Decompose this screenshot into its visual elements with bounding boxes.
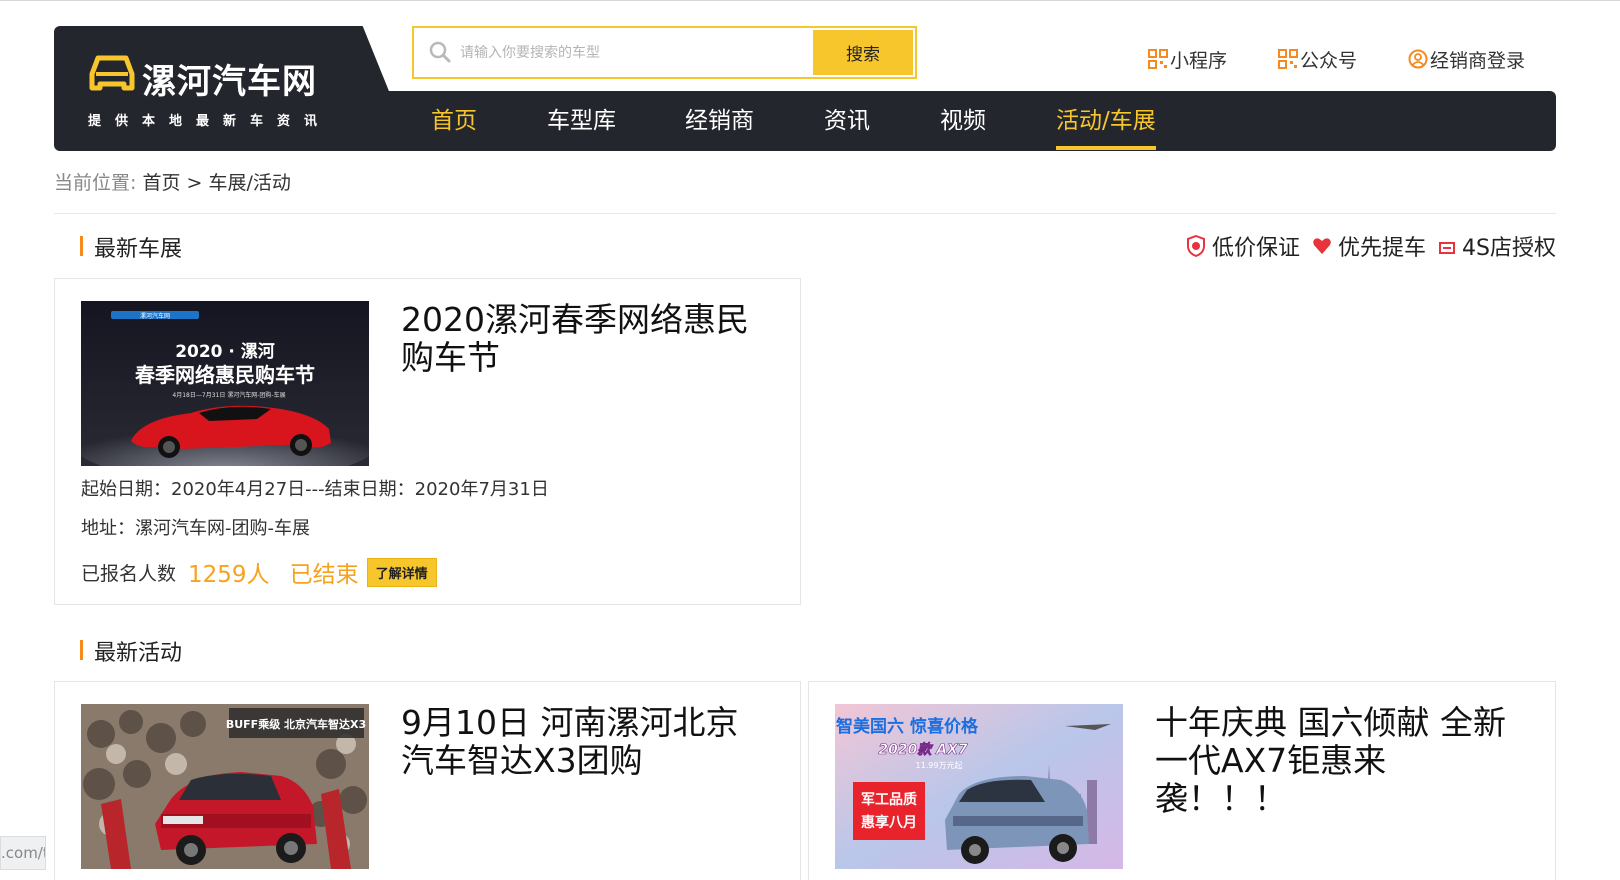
activity-image[interactable]: BUFF乘级 北京汽车智达X3 (81, 704, 369, 869)
svg-text:智美国六 惊喜价格: 智美国六 惊喜价格 (836, 716, 979, 737)
svg-text:漯河汽车网: 漯河汽车网 (140, 312, 170, 320)
car-logo-icon (89, 55, 135, 91)
breadcrumb-prefix: 当前位置: (54, 172, 137, 194)
svg-text:BUFF乘级 北京汽车智达X3: BUFF乘级 北京汽车智达X3 (226, 717, 366, 731)
status-url-tooltip: .com/t (0, 836, 46, 870)
svg-text:2020款 AX7: 2020款 AX7 (878, 741, 967, 758)
svg-text:4月18日—7月31日 漯河汽车网-团购-车展: 4月18日—7月31日 漯河汽车网-团购-车展 (172, 391, 285, 399)
dealer-login-link[interactable]: 经销商登录 (1408, 44, 1525, 74)
breadcrumb: 当前位置: 首页 > 车展/活动 (54, 168, 291, 195)
qr-code-icon (1148, 49, 1168, 69)
status-badge: 已结束 (289, 562, 359, 588)
signup-row: 已报名人数 1259人 已结束 了解详情 (81, 555, 437, 589)
dealer-login-label: 经销商登录 (1430, 49, 1526, 72)
activity-title[interactable]: 9月10日 河南漯河北京汽车智达X3团购 (401, 704, 761, 780)
section-title-auto-show: 最新车展 (80, 231, 182, 263)
search-icon (429, 41, 451, 63)
mini-program-link[interactable]: 小程序 (1148, 44, 1227, 74)
user-icon (1408, 49, 1428, 69)
official-account-link[interactable]: 公众号 (1278, 44, 1357, 74)
activity-card: BUFF乘级 北京汽车智达X3 9月10日 河南漯河北京汽车智达X3团购 (54, 681, 801, 880)
svg-text:惠享八月: 惠享八月 (861, 814, 917, 831)
nav-item-home[interactable]: 首页 (431, 91, 477, 151)
nav-item-videos[interactable]: 视频 (940, 91, 986, 151)
search-box: 搜索 (412, 26, 917, 79)
divider (54, 213, 1556, 214)
heart-icon (1313, 238, 1331, 254)
nav-item-events[interactable]: 活动/车展 (1056, 91, 1156, 151)
activity-card: 智美国六 惊喜价格 2020款 AX7 11.99万元起 军工品质 惠享八月 十… (808, 681, 1556, 880)
activity-image[interactable]: 智美国六 惊喜价格 2020款 AX7 11.99万元起 军工品质 惠享八月 (835, 704, 1123, 869)
signup-count-label: 已报名人数 (81, 562, 177, 585)
promo-banner-image: 智美国六 惊喜价格 2020款 AX7 11.99万元起 军工品质 惠享八月 (835, 704, 1123, 869)
shield-icon (1187, 235, 1205, 257)
site-logo[interactable]: 漯河汽车网 提供本地最新车资讯 (54, 26, 354, 151)
detail-button[interactable]: 了解详情 (366, 557, 437, 587)
svg-text:春季网络惠民购车节: 春季网络惠民购车节 (134, 363, 315, 387)
main-nav: 首页 车型库 经销商 资讯 视频 活动/车展 (344, 91, 1556, 151)
mini-program-label: 小程序 (1170, 49, 1228, 72)
svg-text:2020 · 漯河: 2020 · 漯河 (175, 342, 275, 362)
auto-show-title[interactable]: 2020漯河春季网络惠民购车节 (401, 301, 761, 377)
breadcrumb-current: 车展/活动 (208, 172, 291, 194)
search-input[interactable] (460, 38, 790, 68)
feature-badges: 低价保证 优先提车 4S店授权 (1174, 230, 1556, 262)
breadcrumb-separator: > (186, 172, 203, 194)
store-icon (1439, 242, 1456, 254)
nav-item-news[interactable]: 资讯 (824, 91, 870, 151)
feature-priority: 优先提车 (1312, 230, 1426, 262)
promo-banner-image: 漯河汽车网 2020 · 漯河 春季网络惠民购车节 4月18日—7月31日 漯河… (81, 301, 369, 466)
site-title: 漯河汽车网 (142, 62, 317, 102)
nav-item-dealers[interactable]: 经销商 (685, 91, 754, 151)
svg-text:军工品质: 军工品质 (861, 791, 917, 808)
auto-show-address: 地址：漯河汽车网-团购-车展 (81, 518, 310, 539)
feature-4s-auth: 4S店授权 (1438, 230, 1556, 262)
site-subtitle: 提供本地最新车资讯 (88, 114, 332, 129)
nav-item-models[interactable]: 车型库 (547, 91, 616, 151)
section-title-activities: 最新活动 (80, 635, 182, 667)
top-border (0, 0, 1620, 1)
svg-text:11.99万元起: 11.99万元起 (916, 761, 963, 770)
feature-low-price: 低价保证 (1186, 230, 1300, 262)
auto-show-dates: 起始日期：2020年4月27日---结束日期：2020年7月31日 (81, 479, 549, 500)
promo-banner-image: BUFF乘级 北京汽车智达X3 (81, 704, 369, 869)
auto-show-card: 漯河汽车网 2020 · 漯河 春季网络惠民购车节 4月18日—7月31日 漯河… (54, 278, 801, 605)
activity-title[interactable]: 十年庆典 国六倾献 全新一代AX7钜惠来袭！！！ (1155, 704, 1515, 818)
official-account-label: 公众号 (1300, 49, 1358, 72)
qr-code-icon (1278, 49, 1298, 69)
breadcrumb-home[interactable]: 首页 (142, 172, 180, 194)
auto-show-image[interactable]: 漯河汽车网 2020 · 漯河 春季网络惠民购车节 4月18日—7月31日 漯河… (81, 301, 369, 466)
signup-count: 1259人 (188, 562, 270, 588)
search-button[interactable]: 搜索 (813, 30, 913, 75)
